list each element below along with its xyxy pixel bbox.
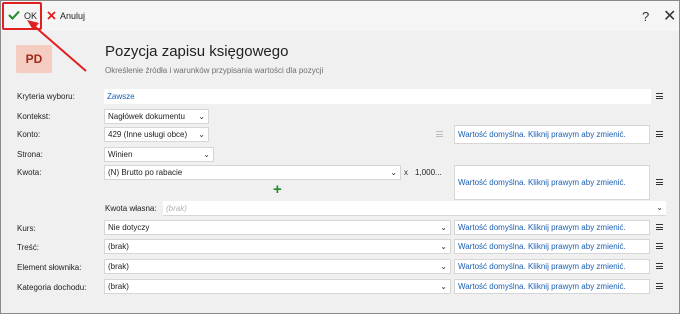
- amount-select[interactable]: (N) Brutto po rabacie ⌄: [104, 165, 401, 180]
- content-value: (brak): [108, 242, 129, 251]
- account-value: 429 (Inne usługi obce): [108, 130, 188, 139]
- dictionary-element-label: Element słownika:: [17, 263, 82, 272]
- chevron-down-icon: ⌄: [656, 203, 663, 212]
- chevron-down-icon: ⌄: [440, 223, 447, 232]
- content-label: Treść:: [17, 243, 39, 252]
- context-label: Kontekst:: [17, 112, 51, 121]
- add-icon[interactable]: +: [273, 181, 282, 198]
- help-button[interactable]: ?: [642, 9, 649, 24]
- dictionary-element-menu-icon[interactable]: [653, 259, 665, 273]
- dialog-window: OK Anuluj ? ✕ PD Pozycja zapisu księgowe…: [0, 0, 680, 314]
- content-menu-icon[interactable]: [653, 239, 665, 253]
- account-inner-menu-icon[interactable]: [433, 127, 445, 141]
- chevron-down-icon: ⌄: [440, 282, 447, 291]
- chevron-down-icon: ⌄: [440, 262, 447, 271]
- rate-menu-icon[interactable]: [653, 220, 665, 234]
- chevron-down-icon: ⌄: [203, 150, 210, 159]
- criteria-menu-icon[interactable]: [653, 89, 665, 103]
- logo: PD: [16, 45, 52, 73]
- amount-menu-icon[interactable]: [653, 175, 665, 189]
- criteria-field[interactable]: Zawsze: [104, 89, 651, 104]
- context-value: Nagłówek dokumentu: [108, 112, 185, 121]
- dictionary-element-select[interactable]: (brak) ⌄: [104, 259, 451, 274]
- income-category-label: Kategoria dochodu:: [17, 283, 87, 292]
- income-category-default-value[interactable]: Wartość domyślna. Kliknij prawym aby zmi…: [454, 279, 650, 294]
- context-select[interactable]: Nagłówek dokumentu ⌄: [104, 109, 209, 124]
- chevron-down-icon: ⌄: [198, 130, 205, 139]
- chevron-down-icon: ⌄: [198, 112, 205, 121]
- content-select[interactable]: (brak) ⌄: [104, 239, 451, 254]
- side-label: Strona:: [17, 150, 43, 159]
- income-category-select[interactable]: (brak) ⌄: [104, 279, 451, 294]
- account-default-value[interactable]: Wartość domyślna. Kliknij prawym aby zmi…: [454, 125, 650, 144]
- own-amount-value: (brak): [166, 203, 187, 213]
- chevron-down-icon: ⌄: [440, 242, 447, 251]
- dictionary-element-value: (brak): [108, 262, 129, 271]
- amount-default-value[interactable]: Wartość domyślna. Kliknij prawym aby zmi…: [454, 165, 650, 200]
- side-value: Winien: [108, 150, 133, 159]
- multiplier-sign: x: [404, 168, 408, 177]
- page-title: Pozycja zapisu księgowego: [105, 43, 289, 60]
- income-category-value: (brak): [108, 282, 129, 291]
- amount-value: (N) Brutto po rabacie: [108, 168, 183, 177]
- criteria-label: Kryteria wyboru:: [17, 92, 75, 101]
- page-subtitle: Określenie źródła i warunków przypisania…: [105, 66, 324, 75]
- rate-select[interactable]: Nie dotyczy ⌄: [104, 220, 451, 235]
- side-select[interactable]: Winien ⌄: [104, 147, 214, 162]
- amount-label: Kwota:: [17, 168, 42, 177]
- rate-label: Kurs:: [17, 224, 36, 233]
- account-menu-icon[interactable]: [653, 127, 665, 141]
- account-select[interactable]: 429 (Inne usługi obce) ⌄: [104, 127, 209, 142]
- close-button[interactable]: ✕: [663, 6, 676, 26]
- chevron-down-icon: ⌄: [390, 168, 397, 177]
- rate-default-value[interactable]: Wartość domyślna. Kliknij prawym aby zmi…: [454, 220, 650, 235]
- own-amount-field[interactable]: (brak) ⌄: [163, 201, 666, 216]
- account-label: Konto:: [17, 130, 41, 139]
- own-amount-label: Kwota własna:: [105, 204, 157, 213]
- dictionary-element-default-value[interactable]: Wartość domyślna. Kliknij prawym aby zmi…: [454, 259, 650, 274]
- multiplier-field[interactable]: 1,000...: [412, 165, 447, 180]
- income-category-menu-icon[interactable]: [653, 279, 665, 293]
- content-default-value[interactable]: Wartość domyślna. Kliknij prawym aby zmi…: [454, 239, 650, 254]
- rate-value: Nie dotyczy: [108, 223, 150, 232]
